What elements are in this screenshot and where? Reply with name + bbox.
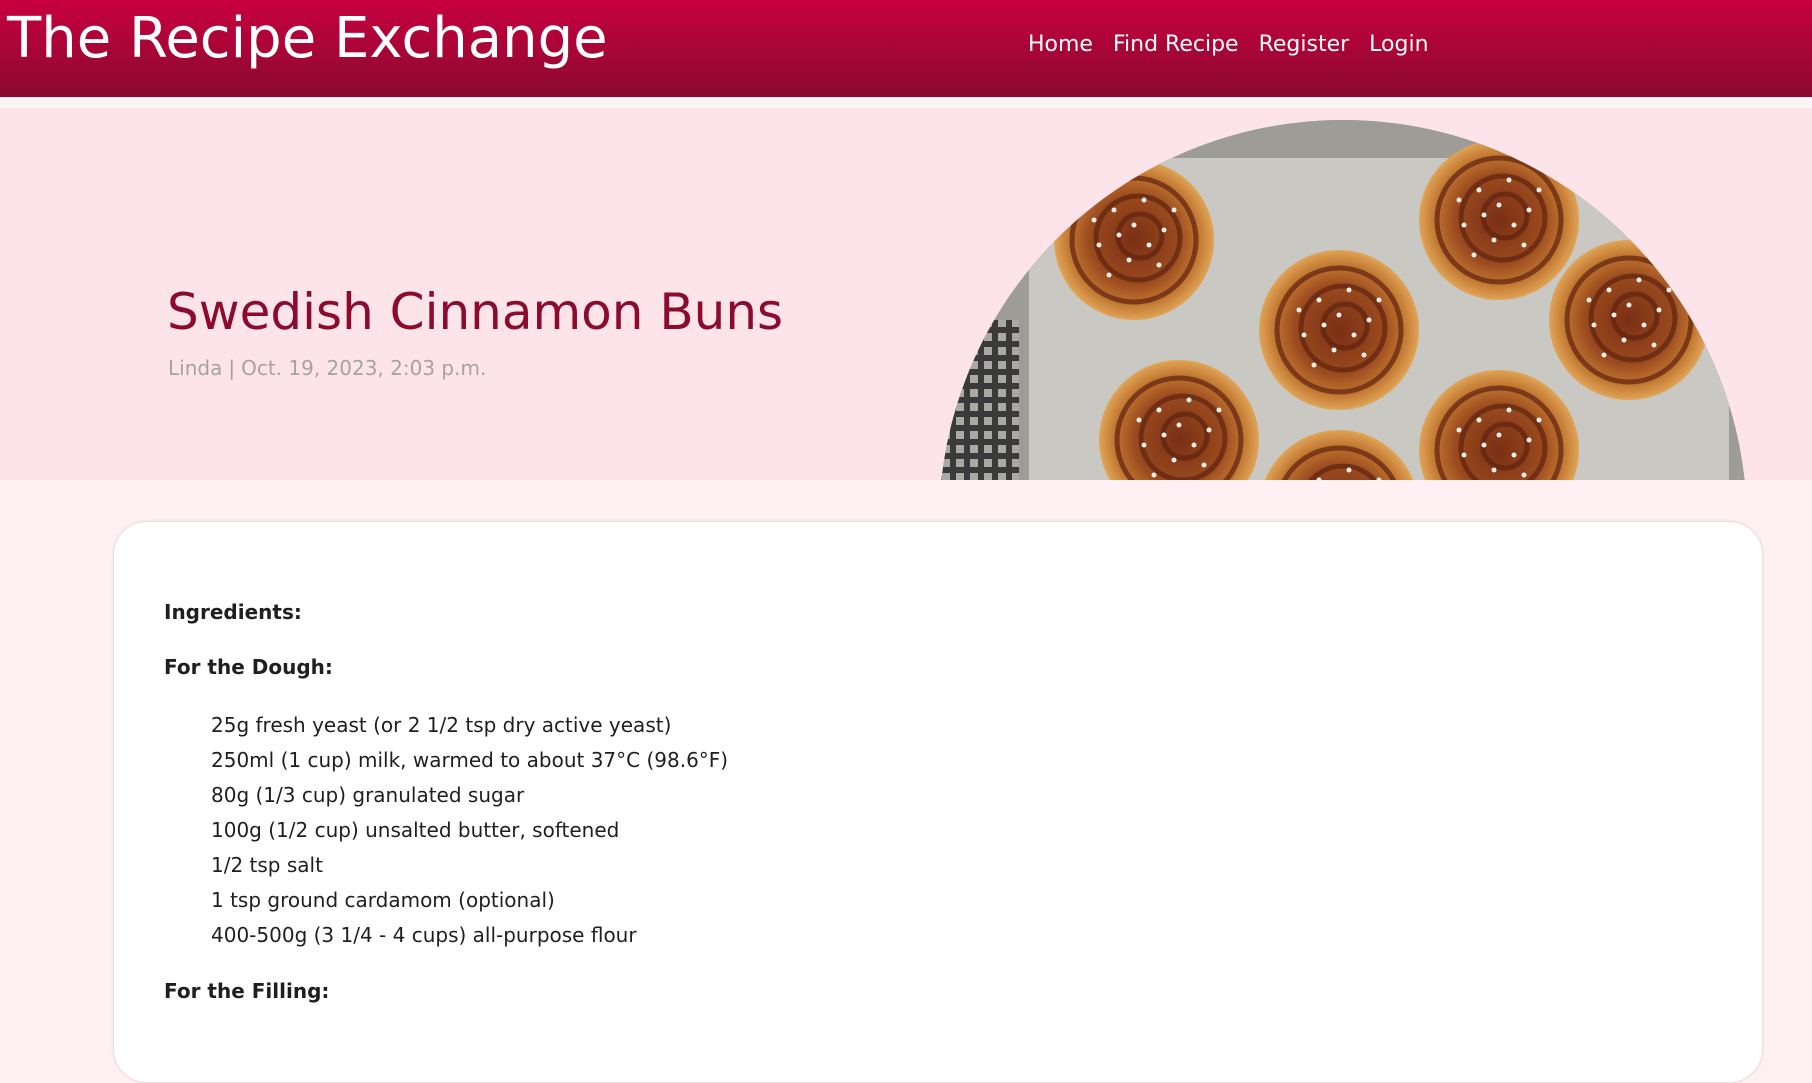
- meta-separator: |: [228, 356, 236, 380]
- nav-link-find-recipe[interactable]: Find Recipe: [1113, 30, 1239, 60]
- list-item: 250ml (1 cup) milk, warmed to about 37°C…: [211, 748, 729, 772]
- cinnamon-buns-illustration: [939, 120, 1747, 480]
- navbar: The Recipe Exchange Home Find Recipe Reg…: [0, 0, 1812, 97]
- recipe-meta: Linda | Oct. 19, 2023, 2:03 p.m.: [168, 354, 486, 382]
- recipe-masthead: Swedish Cinnamon Buns Linda | Oct. 19, 202…: [0, 108, 1812, 480]
- recipe-title: Swedish Cinnamon Buns: [167, 283, 784, 341]
- nav-link-login[interactable]: Login: [1369, 30, 1428, 60]
- recipe-card: Ingredients: For the Dough: 25g fresh ye…: [113, 521, 1763, 1083]
- dough-ingredient-list: 25g fresh yeast (or 2 1/2 tsp dry active…: [211, 708, 728, 953]
- filling-heading: For the Filling:: [164, 979, 330, 1003]
- recipe-author: Linda: [168, 356, 223, 380]
- list-item: 80g (1/3 cup) granulated sugar: [211, 783, 525, 807]
- dough-heading: For the Dough:: [164, 655, 333, 679]
- header-spacer: [0, 97, 1812, 108]
- recipe-date: Oct. 19, 2023, 2:03 p.m.: [241, 356, 487, 380]
- list-item: 25g fresh yeast (or 2 1/2 tsp dry active…: [211, 713, 672, 737]
- site-brand-link[interactable]: The Recipe Exchange: [7, 4, 608, 74]
- ingredients-heading: Ingredients:: [164, 600, 302, 624]
- nav-link-register[interactable]: Register: [1259, 30, 1350, 60]
- list-item: 400-500g (3 1/4 - 4 cups) all-purpose fl…: [211, 923, 637, 947]
- cinnamon-buns-photo: [939, 120, 1747, 480]
- nav-links: Home Find Recipe Register Login: [1028, 30, 1429, 60]
- list-item: 1 tsp ground cardamom (optional): [211, 888, 555, 912]
- nav-link-home[interactable]: Home: [1028, 30, 1093, 60]
- list-item: 1/2 tsp salt: [211, 853, 323, 877]
- list-item: 100g (1/2 cup) unsalted butter, softened: [211, 818, 620, 842]
